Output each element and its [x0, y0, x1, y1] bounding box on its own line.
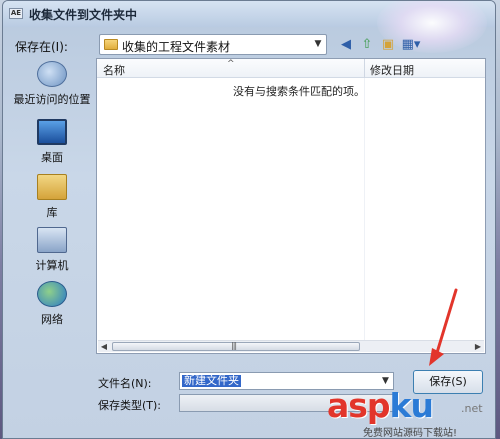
column-modified-date[interactable]: 修改日期: [370, 62, 414, 78]
save-dialog: AE 收集文件到文件夹中 保存在(I): 收集的工程文件素材 ▼ ◀ ⇧ ▣ ▦…: [2, 0, 496, 439]
watermark-net: .net: [461, 402, 483, 415]
place-recent[interactable]: 最近访问的位置: [9, 61, 95, 107]
chevron-down-icon[interactable]: ▼: [312, 38, 324, 51]
scroll-thumb[interactable]: |||: [112, 341, 360, 351]
watermark-asp: asp: [327, 386, 391, 425]
horizontal-scrollbar[interactable]: ◀ ||| ▶: [98, 340, 484, 352]
places-bar: 最近访问的位置 桌面 库 计算机 网络: [9, 57, 95, 347]
place-computer[interactable]: 计算机: [9, 227, 95, 273]
new-folder-icon[interactable]: ▣: [379, 35, 397, 53]
sort-ascending-icon: ^: [227, 59, 235, 69]
place-label: 网络: [41, 313, 63, 326]
empty-message: 没有与搜索条件匹配的项。: [233, 85, 365, 98]
watermark-ku: ku: [389, 386, 434, 425]
save-in-value: 收集的工程文件素材: [122, 40, 231, 54]
save-in-combo[interactable]: 收集的工程文件素材 ▼: [99, 34, 327, 55]
column-divider[interactable]: [364, 59, 365, 78]
watermark-logo: aspku: [327, 386, 434, 425]
window-title: 收集文件到文件夹中: [29, 8, 138, 22]
folder-icon: [104, 39, 118, 50]
place-label: 库: [46, 206, 58, 219]
up-folder-icon[interactable]: ⇧: [358, 35, 376, 53]
file-list[interactable]: 名称 ^ 修改日期 没有与搜索条件匹配的项。 ◀ ||| ▶: [96, 58, 486, 354]
view-menu-icon[interactable]: ▦▾: [400, 35, 422, 53]
scroll-left-icon[interactable]: ◀: [98, 341, 110, 352]
filename-label: 文件名(N):: [98, 377, 152, 390]
desktop-icon: [37, 119, 67, 145]
watermark-tagline: 免费网站源码下载站!: [363, 428, 458, 439]
computer-icon: [37, 227, 67, 253]
network-icon: [37, 281, 67, 307]
app-icon: AE: [9, 8, 23, 19]
column-guide: [364, 78, 365, 344]
place-label: 桌面: [41, 151, 63, 164]
place-label: 计算机: [35, 259, 69, 272]
toolbar-icons: ◀ ⇧ ▣ ▦▾: [337, 35, 422, 55]
grip-icon: |||: [231, 341, 237, 350]
save-in-label: 保存在(I):: [15, 40, 68, 54]
place-network[interactable]: 网络: [9, 281, 95, 327]
watermark: aspku .net 免费网站源码下载站!: [327, 386, 497, 439]
filename-value[interactable]: 新建文件夹: [182, 375, 241, 387]
column-name[interactable]: 名称: [103, 62, 125, 78]
place-label: 最近访问的位置: [13, 93, 91, 106]
back-icon[interactable]: ◀: [337, 35, 355, 53]
column-header: 名称 ^ 修改日期: [97, 59, 485, 78]
filetype-label: 保存类型(T):: [98, 399, 162, 412]
scroll-right-icon[interactable]: ▶: [472, 341, 484, 352]
title-bar[interactable]: AE 收集文件到文件夹中: [3, 1, 495, 53]
place-libraries[interactable]: 库: [9, 174, 95, 220]
place-desktop[interactable]: 桌面: [9, 119, 95, 165]
recent-places-icon: [37, 61, 67, 87]
libraries-icon: [37, 174, 67, 200]
